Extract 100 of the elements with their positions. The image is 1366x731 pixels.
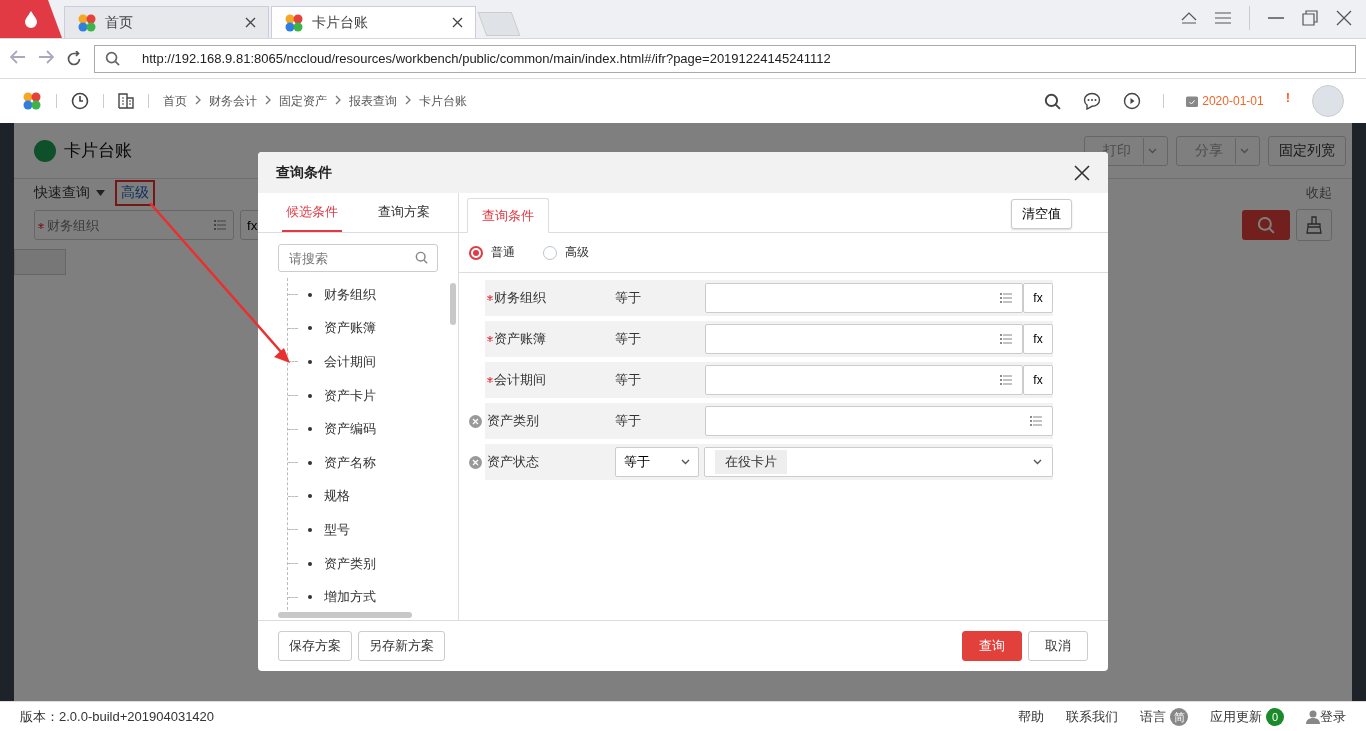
list-icon[interactable]: [1000, 334, 1012, 344]
scrollbar[interactable]: [278, 612, 412, 618]
mode-radio[interactable]: 普通: [469, 244, 515, 261]
tree-item[interactable]: 资产编码: [324, 420, 376, 439]
caret-icon: [1148, 147, 1157, 154]
browser-logo[interactable]: [0, 0, 62, 38]
mode-radio[interactable]: 高级: [543, 244, 589, 261]
caret-icon: [681, 459, 690, 465]
browser-tab[interactable]: 卡片台账: [271, 6, 476, 38]
fx-button[interactable]: fx: [1023, 283, 1053, 313]
tree-item[interactable]: 会计期间: [324, 353, 376, 371]
tree-item[interactable]: 型号: [324, 520, 350, 539]
tree-item[interactable]: 资产名称: [324, 453, 376, 472]
condition-label: 资产状态: [487, 453, 539, 471]
close-icon[interactable]: [452, 17, 463, 28]
breadcrumb-link[interactable]: 报表查询: [349, 92, 397, 110]
language-link[interactable]: 语言: [1140, 708, 1166, 726]
tree-item[interactable]: 资产类别: [324, 554, 376, 573]
reference-field[interactable]: [705, 283, 1023, 313]
login-link[interactable]: 登录: [1320, 708, 1346, 726]
reference-field[interactable]: [705, 324, 1023, 354]
updates-link[interactable]: 应用更新: [1210, 708, 1262, 726]
tree-item[interactable]: 增加方式: [324, 588, 376, 607]
footer-link[interactable]: 联系我们: [1066, 708, 1118, 726]
panel-tab[interactable]: 候选条件: [282, 193, 342, 232]
caret-icon: [1240, 147, 1249, 154]
fx-button[interactable]: fx: [1023, 324, 1053, 354]
close-icon[interactable]: [1336, 10, 1352, 26]
search-icon[interactable]: [1044, 92, 1062, 110]
clear-button[interactable]: 清空值: [1011, 199, 1072, 229]
radio-icon[interactable]: [469, 245, 483, 260]
tree-item[interactable]: 财务组织: [324, 285, 376, 304]
close-icon[interactable]: [245, 17, 256, 28]
table-header: [14, 249, 66, 275]
fx-button[interactable]: fx: [1023, 365, 1053, 395]
search-icon[interactable]: [105, 51, 120, 66]
close-icon[interactable]: [1074, 164, 1090, 181]
bullet-icon: [308, 460, 312, 465]
cancel-button[interactable]: 取消: [1028, 631, 1088, 661]
bullet-icon: [308, 494, 312, 499]
clock-icon[interactable]: [71, 92, 89, 110]
conditions-tab[interactable]: 查询条件: [467, 198, 549, 233]
browser-tab[interactable]: 首页: [64, 6, 269, 38]
reference-field[interactable]: [705, 365, 1023, 395]
scrollbar[interactable]: [450, 283, 456, 325]
operator-label: 等于: [615, 371, 642, 389]
app-logo-icon: [22, 91, 42, 111]
breadcrumb-link[interactable]: 财务会计: [209, 92, 257, 110]
bullet-icon: [308, 360, 312, 364]
address-bar[interactable]: http://192.168.9.81:8065/nccloud/resources/workbench/public/common/main/index.html#/ifr?page=20191224145241112: [94, 44, 1356, 73]
bullet-icon: [308, 561, 312, 566]
collapse-icon[interactable]: [1181, 12, 1197, 24]
search-button[interactable]: [1242, 210, 1290, 240]
play-icon[interactable]: [1123, 92, 1142, 110]
scheme-button[interactable]: 另存新方案: [358, 631, 445, 661]
bullet-icon: [308, 393, 312, 398]
condition-label: 会计期间: [494, 371, 546, 389]
user-icon: [1306, 710, 1320, 724]
menu-icon[interactable]: [1215, 12, 1231, 24]
bullet-icon: [308, 326, 312, 331]
list-icon[interactable]: [1030, 416, 1042, 426]
list-icon[interactable]: [1000, 293, 1012, 303]
dropdown-icon[interactable]: [96, 190, 105, 196]
page-title: 卡片台账: [64, 140, 132, 162]
chat-icon[interactable]: [1083, 92, 1102, 110]
query-button[interactable]: 查询: [962, 631, 1022, 661]
footer-link[interactable]: 帮助: [1018, 708, 1044, 726]
list-icon[interactable]: [214, 220, 226, 230]
bullet-icon: [308, 595, 312, 600]
restore-icon[interactable]: [1302, 10, 1318, 26]
toolbar-button[interactable]: 固定列宽: [1268, 135, 1346, 166]
building-icon[interactable]: [118, 93, 134, 109]
app-logo-icon: [284, 12, 304, 33]
reference-field[interactable]: [705, 406, 1053, 436]
condition-label: 资产账簿: [494, 330, 546, 348]
breadcrumb-link[interactable]: 固定资产: [279, 92, 327, 110]
bullet-icon: [308, 427, 312, 432]
search-field[interactable]: 请搜索: [278, 244, 438, 272]
tree-item[interactable]: 资产账簿: [324, 319, 376, 338]
tree-item[interactable]: 资产卡片: [324, 386, 376, 405]
tree-item[interactable]: 规格: [324, 487, 350, 506]
scheme-button[interactable]: 保存方案: [278, 631, 352, 661]
list-icon[interactable]: [1000, 375, 1012, 385]
dialog-title: 查询条件: [276, 163, 332, 182]
bullet-icon: [308, 527, 312, 532]
reload-icon[interactable]: [66, 50, 82, 67]
remove-icon[interactable]: [469, 414, 482, 428]
breadcrumb-link[interactable]: 首页: [163, 92, 187, 110]
org-field[interactable]: 财务组织: [34, 210, 234, 240]
panel-tab[interactable]: 查询方案: [374, 193, 434, 232]
status-select[interactable]: 在役卡片: [704, 447, 1053, 477]
remove-icon[interactable]: [469, 455, 482, 469]
breadcrumb-link[interactable]: 卡片台账: [419, 92, 467, 110]
language-badge: 简: [1170, 708, 1188, 726]
quick-query-label[interactable]: 快速查询: [34, 184, 90, 202]
minimize-icon[interactable]: [1268, 16, 1284, 20]
selected-tag[interactable]: 在役卡片: [715, 450, 787, 474]
operator-label: 等于: [615, 412, 642, 430]
broom-icon[interactable]: [1296, 209, 1332, 241]
operator-select[interactable]: 等于: [615, 447, 699, 477]
